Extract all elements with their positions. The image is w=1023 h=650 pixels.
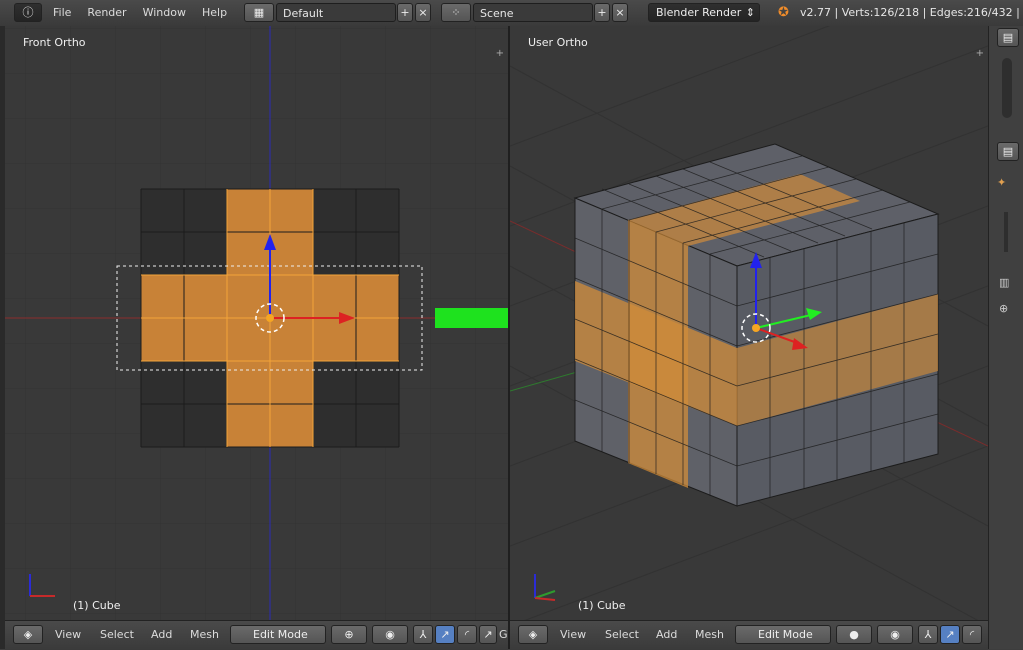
menu-help[interactable]: Help bbox=[194, 3, 235, 23]
menu-file[interactable]: File bbox=[45, 3, 79, 23]
viewport-label-left: Front Ortho bbox=[23, 36, 86, 49]
mode-select[interactable]: Edit Mode bbox=[230, 625, 326, 644]
render-engine-select[interactable]: Blender Render ⇕ bbox=[648, 3, 760, 22]
close-icon: × bbox=[615, 6, 625, 19]
region-toggle-icon[interactable]: + bbox=[976, 48, 984, 59]
rotate-toggle[interactable]: ◜ bbox=[457, 625, 477, 644]
info-icon: ⓘ bbox=[22, 6, 34, 19]
properties-icon: ▤ bbox=[1002, 31, 1014, 44]
columns-icon[interactable]: ▥ bbox=[999, 276, 1009, 289]
viewport-label-right: User Ortho bbox=[528, 36, 588, 49]
rotate-icon: ◜ bbox=[969, 628, 975, 641]
properties-sidebar: ▤ ▤ ✦ ▥ ⊕ bbox=[988, 26, 1023, 649]
mode-select[interactable]: Edit Mode bbox=[735, 625, 831, 644]
manipulator-toggle[interactable]: ⅄ bbox=[918, 625, 938, 644]
info-editor-button[interactable]: ⓘ bbox=[14, 3, 42, 22]
viewport-header-left: ◈ View Select Add Mesh Edit Mode ⊕ ◉ ⅄ ↗… bbox=[5, 620, 508, 650]
editor-type-button[interactable]: ◈ bbox=[518, 625, 548, 644]
arrow-icon: ↗ bbox=[440, 628, 450, 641]
cube-icon: ◈ bbox=[528, 628, 538, 641]
viewport-front-ortho[interactable]: Front Ortho (1) Cube + bbox=[5, 26, 508, 620]
scene-name-field[interactable]: Scene bbox=[473, 3, 593, 22]
layout-remove-button[interactable]: × bbox=[415, 3, 431, 22]
menu-add[interactable]: Add bbox=[656, 628, 677, 641]
pivot-select[interactable]: ⊕ bbox=[331, 625, 367, 644]
menu-mesh[interactable]: Mesh bbox=[190, 628, 219, 641]
layout-name-field[interactable]: Default bbox=[276, 3, 396, 22]
top-header: ⓘ File Render Window Help ▦ Default + × … bbox=[0, 0, 1023, 27]
scene-statistics: v2.77 | Verts:126/218 | Edges:216/432 | … bbox=[800, 6, 1023, 19]
scene-add-button[interactable]: + bbox=[594, 3, 610, 22]
shading-icon: ◉ bbox=[890, 628, 900, 641]
zoom-slider[interactable] bbox=[1004, 212, 1008, 252]
menu-mesh[interactable]: Mesh bbox=[695, 628, 724, 641]
layout-icon: ▦ bbox=[253, 6, 265, 19]
menu-add[interactable]: Add bbox=[151, 628, 172, 641]
viewport-header-right: ◈ View Select Add Mesh Edit Mode ● ◉ ⅄ ↗… bbox=[510, 620, 988, 650]
outliner-button[interactable]: ▤ bbox=[997, 142, 1019, 161]
dropdown-arrows-icon: ⇕ bbox=[745, 6, 755, 19]
rotate-icon: ◜ bbox=[464, 628, 470, 641]
top-menu: File Render Window Help bbox=[45, 3, 235, 23]
target-icon[interactable]: ⊕ bbox=[999, 302, 1008, 315]
globe-icon: ⊕ bbox=[344, 628, 354, 641]
menu-render[interactable]: Render bbox=[79, 3, 134, 23]
rotate-toggle[interactable]: ◜ bbox=[962, 625, 982, 644]
object-name-right: (1) Cube bbox=[578, 599, 626, 612]
close-icon: × bbox=[418, 6, 428, 19]
translate-toggle[interactable]: ↗ bbox=[435, 625, 455, 644]
scrollbar[interactable] bbox=[1002, 58, 1012, 118]
shading-select[interactable]: ◉ bbox=[372, 625, 408, 644]
editor-type-button[interactable]: ◈ bbox=[13, 625, 43, 644]
overflow-label: G bbox=[499, 628, 508, 641]
mode-label: Edit Mode bbox=[253, 628, 308, 641]
scene-selector-button[interactable]: ⁘ bbox=[441, 3, 471, 22]
pin-icon[interactable]: ✦ bbox=[997, 176, 1006, 189]
scene-icon: ⁘ bbox=[451, 6, 461, 19]
arrow-icon: ↗ bbox=[945, 628, 955, 641]
shading-icon: ◉ bbox=[385, 628, 395, 641]
cube-icon: ◈ bbox=[23, 628, 33, 641]
manipulator-icon: ⅄ bbox=[419, 628, 427, 641]
scale-icon: ↗ bbox=[483, 628, 493, 641]
mode-label: Edit Mode bbox=[758, 628, 813, 641]
scale-toggle[interactable]: ↗ bbox=[479, 625, 497, 644]
manipulator-toggle[interactable]: ⅄ bbox=[413, 625, 433, 644]
shading-select[interactable]: ◉ bbox=[877, 625, 913, 644]
sphere-icon: ● bbox=[849, 628, 859, 641]
layout-selector-button[interactable]: ▦ bbox=[244, 3, 274, 22]
blender-logo-icon: ✪ bbox=[778, 5, 789, 20]
user-ortho-canvas[interactable] bbox=[510, 26, 988, 620]
scene-remove-button[interactable]: × bbox=[612, 3, 628, 22]
menu-view[interactable]: View bbox=[560, 628, 586, 641]
region-toggle-icon[interactable]: + bbox=[496, 48, 504, 59]
object-name-left: (1) Cube bbox=[73, 599, 121, 612]
plus-icon: + bbox=[597, 6, 607, 19]
viewport-user-ortho[interactable]: User Ortho (1) Cube + bbox=[510, 26, 988, 620]
manipulator-icon: ⅄ bbox=[924, 628, 932, 641]
translate-toggle[interactable]: ↗ bbox=[940, 625, 960, 644]
plus-icon: + bbox=[400, 6, 410, 19]
menu-select[interactable]: Select bbox=[100, 628, 134, 641]
outliner-icon: ▤ bbox=[1002, 145, 1014, 158]
render-engine-label: Blender Render bbox=[656, 6, 742, 19]
properties-editor-button[interactable]: ▤ bbox=[997, 28, 1019, 47]
menu-view[interactable]: View bbox=[55, 628, 81, 641]
menu-select[interactable]: Select bbox=[605, 628, 639, 641]
pivot-select[interactable]: ● bbox=[836, 625, 872, 644]
layout-add-button[interactable]: + bbox=[397, 3, 413, 22]
front-ortho-canvas[interactable] bbox=[5, 26, 508, 620]
menu-window[interactable]: Window bbox=[135, 3, 194, 23]
